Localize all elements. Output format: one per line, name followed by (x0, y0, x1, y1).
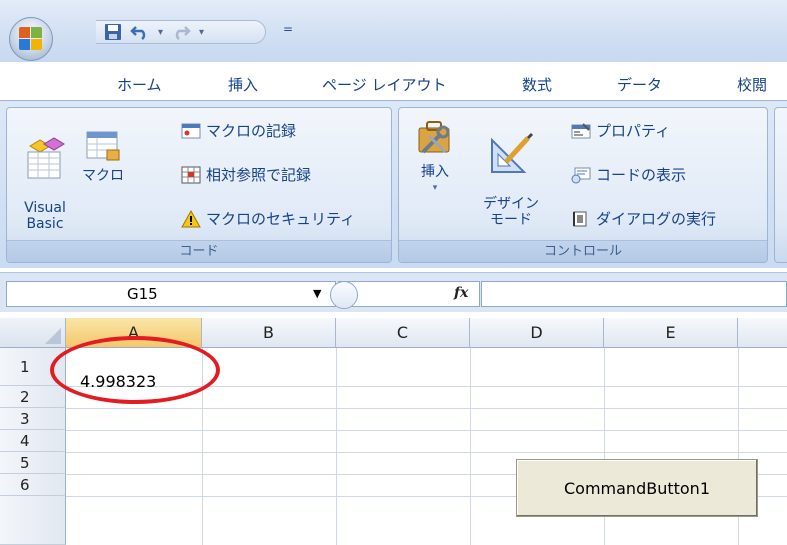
record-macro-button[interactable]: マクロの記録 (181, 120, 296, 141)
visual-basic-label: Visual Basic (24, 200, 66, 232)
quick-access-toolbar: ▾ ▾ (96, 20, 266, 44)
next-group-edge (774, 107, 787, 263)
redo-dropdown-icon[interactable]: ▾ (199, 27, 204, 38)
column-header-c[interactable]: C (336, 318, 470, 348)
row-header-7-partial[interactable] (0, 496, 66, 545)
red-highlight-circle (50, 336, 220, 404)
macro-button[interactable]: マクロ (79, 120, 127, 184)
insert-dropdown-icon: ▾ (432, 183, 438, 193)
insert-control-label: 挿入 (421, 164, 449, 180)
view-code-icon (571, 167, 591, 183)
formula-bar-splitter[interactable] (330, 281, 358, 309)
grid-line (470, 348, 471, 545)
design-mode-button[interactable]: デザイン モード (481, 116, 541, 228)
row-header-4[interactable]: 4 (0, 430, 66, 452)
grid-line (66, 430, 787, 431)
visual-basic-icon (27, 137, 65, 179)
record-macro-label: マクロの記録 (206, 122, 297, 140)
run-dialog-icon (573, 211, 587, 226)
visual-basic-button[interactable]: Visual Basic (17, 120, 73, 232)
function-area: fx (330, 281, 480, 309)
command-button-1[interactable]: CommandButton1 (516, 459, 758, 517)
relative-reference-button[interactable]: 相対参照で記録 (181, 164, 311, 185)
insert-function-icon[interactable]: fx (454, 285, 468, 301)
insert-control-icon (418, 121, 450, 154)
relative-reference-icon (181, 166, 201, 183)
run-dialog-button[interactable]: ダイアログの実行 (571, 208, 716, 229)
row-header-5[interactable]: 5 (0, 452, 66, 474)
design-mode-label: デザイン モード (483, 196, 539, 228)
formula-input[interactable] (481, 281, 787, 307)
insert-control-button[interactable]: 挿入 ▾ (409, 116, 461, 196)
macro-icon (86, 131, 120, 161)
row-header-2[interactable]: 2 (0, 386, 66, 408)
code-group: Visual Basic マクロ マクロの記録 相対参照で記録 マクロのセキュリ… (6, 107, 392, 263)
office-button[interactable] (9, 17, 53, 61)
grid-line (336, 348, 337, 545)
formula-bar: G15 ▼ fx (0, 272, 787, 312)
code-group-label: コード (7, 240, 391, 262)
view-code-button[interactable]: コードの表示 (571, 164, 686, 185)
column-header-b[interactable]: B (202, 318, 336, 348)
redo-icon[interactable] (171, 23, 191, 41)
macro-security-button[interactable]: マクロのセキュリティ (181, 208, 355, 229)
grid-line (66, 452, 787, 453)
controls-group-label: コントロール (399, 240, 767, 262)
undo-dropdown-icon[interactable]: ▾ (158, 27, 163, 38)
macro-security-label: マクロのセキュリティ (206, 210, 356, 228)
name-box-value: G15 (127, 285, 158, 303)
grid-line (66, 408, 787, 409)
customize-qat-button[interactable]: = (283, 22, 293, 36)
name-box-dropdown-icon[interactable]: ▼ (313, 287, 321, 300)
name-box[interactable]: G15 ▼ (6, 281, 336, 307)
macro-label: マクロ (82, 168, 124, 184)
properties-button[interactable]: プロパティ (571, 120, 670, 141)
row-header-3[interactable]: 3 (0, 408, 66, 430)
tab-data[interactable]: データ (617, 74, 662, 95)
column-header-d[interactable]: D (470, 318, 604, 348)
view-code-label: コードの表示 (596, 166, 687, 184)
column-header-f-partial[interactable] (738, 318, 787, 348)
tab-formulas[interactable]: 数式 (522, 74, 552, 95)
properties-label: プロパティ (596, 122, 671, 140)
ribbon: Visual Basic マクロ マクロの記録 相対参照で記録 マクロのセキュリ… (0, 100, 787, 268)
relative-reference-label: 相対参照で記録 (206, 166, 312, 184)
row-header-6[interactable]: 6 (0, 474, 66, 496)
tab-page-layout[interactable]: ページ レイアウト (322, 74, 446, 95)
controls-group: 挿入 ▾ デザイン モード プロパティ コードの表示 ダイアログの実行 コントロ… (398, 107, 768, 263)
select-all-button[interactable] (0, 318, 66, 348)
record-macro-icon (181, 123, 201, 138)
save-icon[interactable] (104, 23, 122, 41)
tab-review[interactable]: 校閲 (737, 74, 767, 95)
office-logo-icon (19, 27, 43, 51)
run-dialog-label: ダイアログの実行 (596, 210, 717, 228)
tab-insert[interactable]: 挿入 (228, 74, 258, 95)
undo-icon[interactable] (130, 23, 150, 41)
tab-home[interactable]: ホーム (117, 74, 162, 95)
design-mode-icon (491, 132, 534, 173)
column-header-e[interactable]: E (604, 318, 738, 348)
select-all-icon (45, 328, 61, 344)
properties-icon (571, 122, 591, 138)
warning-icon (181, 209, 201, 227)
